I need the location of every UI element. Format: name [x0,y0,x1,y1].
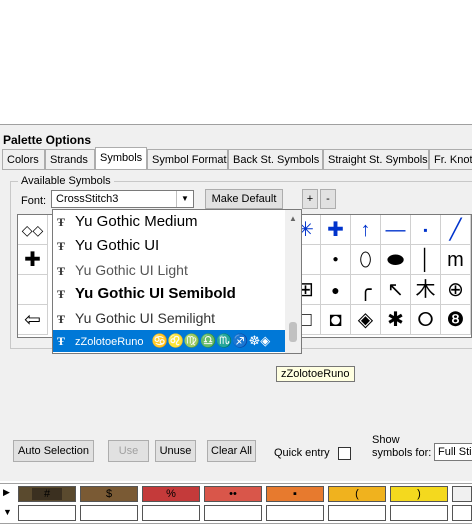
auto-selection-button[interactable]: Auto Selection [13,440,94,462]
add-symbol-button[interactable]: + [302,189,318,209]
clear-all-button[interactable]: Clear All [207,440,256,462]
available-symbols-label: Available Symbols [18,175,114,187]
palette-empty-swatch[interactable] [328,505,386,521]
font-label: Font: [21,195,47,207]
symbol-cell[interactable]: ↖ [381,275,411,305]
font-option-label: zZolotoeRuno [75,336,144,348]
font-tooltip: zZolotoeRuno [276,366,355,382]
scroll-down-icon[interactable]: ▼ [3,507,12,517]
symbol-cell[interactable]: m [441,245,471,275]
font-preview: ♋♌♍♎♏♐☸◈ [151,333,271,348]
symbol-cell[interactable]: ● [321,245,351,275]
font-option[interactable]: Ŧ Yu Gothic UI Semilight [53,306,285,330]
symbol-cell[interactable]: ⭘ [411,305,441,335]
symbol-cell[interactable]: ◈ [351,305,381,335]
font-dropdown-list[interactable]: Ŧ Yu Gothic Medium Ŧ Yu Gothic UI Ŧ Yu Goth… [52,209,302,354]
symbol-cell[interactable]: ✚ [18,245,48,275]
symbol-cell[interactable]: ❽ [441,305,471,335]
scroll-thumb[interactable] [289,322,297,342]
show-symbols-for-label: Show symbols for: [372,434,432,459]
symbol-cell[interactable]: ✱ [381,305,411,335]
palette-swatch[interactable]: # [18,486,76,502]
use-label: Use [118,445,139,457]
panel-title: Palette Options [3,133,92,147]
symbol-cell[interactable]: │ [411,245,441,275]
symbol-cell[interactable]: ⬯ [351,245,381,275]
tab-fr-knot[interactable]: Fr. Knot [429,149,472,169]
symbol-cell[interactable]: ╱ [441,215,471,245]
font-option-label: Yu Gothic UI Light [75,262,188,278]
clear-all-label: Clear All [211,445,252,457]
tab-strands[interactable]: Strands [45,149,95,169]
font-select-value: CrossStitch3 [56,193,119,205]
tab-colors[interactable]: Colors [2,149,45,169]
swatch-symbol: # [31,488,63,500]
truetype-icon: Ŧ [57,312,66,326]
font-option-selected[interactable]: ŦzZolotoeRuno ♋♌♍♎♏♐☸◈ [53,330,285,352]
symbol-cell[interactable]: ● [321,275,351,305]
tab-symbols[interactable]: Symbols [95,147,147,169]
quick-entry-label: Quick entry [274,447,330,459]
dropdown-scrollbar[interactable]: ▲ [285,210,301,353]
palette-blank-row: ▼ [0,503,472,524]
chevron-down-icon[interactable]: ▼ [176,191,193,207]
symbol-cell[interactable]: ▪ [411,215,441,245]
font-select[interactable]: CrossStitch3 ▼ [51,190,194,208]
symbol-cell[interactable]: ◇◇ [18,215,48,245]
font-option-label: Yu Gothic UI Semilight [75,310,216,326]
font-option[interactable]: Ŧ Yu Gothic UI [53,234,285,258]
palette-color-row: ▶ # $ % •• ▪ ( ) [0,483,472,505]
use-button[interactable]: Use [108,440,149,462]
tab-back-st-symbols[interactable]: Back St. Symbols [228,149,323,169]
symbol-cell[interactable] [18,275,48,305]
truetype-icon: Ŧ [57,334,66,348]
palette-empty-swatch[interactable] [80,505,138,521]
symbol-cell[interactable]: ⽊ [411,275,441,305]
palette-swatch[interactable]: $ [80,486,138,502]
palette-swatch[interactable]: ) [390,486,448,502]
symbol-cell[interactable]: ⬬ [381,245,411,275]
symbol-cell[interactable]: ↑ [351,215,381,245]
scroll-right-icon[interactable]: ▶ [3,487,10,498]
unuse-button[interactable]: Unuse [155,440,196,462]
font-option-label: Yu Gothic UI [75,237,160,254]
font-option[interactable]: Ŧ Yu Gothic UI Semibold [53,282,285,306]
make-default-button[interactable]: Make Default [205,189,283,209]
show-symbols-select[interactable]: Full Sti [434,443,472,461]
palette-empty-swatch[interactable] [390,505,448,521]
symbol-cell[interactable]: ◘ [321,305,351,335]
palette-empty-swatch[interactable] [266,505,324,521]
truetype-icon: Ŧ [57,287,66,301]
symbol-cell[interactable]: ╭ [351,275,381,305]
tab-straight-st-symbols[interactable]: Straight St. Symbols [323,149,429,169]
palette-empty-swatch[interactable] [18,505,76,521]
palette-swatch[interactable]: ▪ [266,486,324,502]
symbol-cell[interactable]: ⊕ [441,275,471,305]
tab-divider [2,169,472,170]
font-option[interactable]: Ŧ Yu Gothic Medium [53,210,285,234]
truetype-icon: Ŧ [57,215,66,229]
palette-swatch[interactable]: •• [204,486,262,502]
remove-symbol-button[interactable]: - [320,189,336,209]
symbol-cell[interactable]: ⇦ [18,305,48,335]
palette-empty-swatch[interactable] [204,505,262,521]
palette-empty-swatch[interactable] [142,505,200,521]
symbol-cell[interactable]: — [381,215,411,245]
palette-swatch[interactable]: % [142,486,200,502]
palette-swatch[interactable]: ( [328,486,386,502]
font-option-label: Yu Gothic Medium [75,213,198,230]
scroll-up-icon[interactable]: ▲ [289,214,297,223]
auto-selection-label: Auto Selection [18,445,89,457]
truetype-icon: Ŧ [57,239,66,253]
palette-swatch[interactable] [452,486,472,502]
font-option-label: Yu Gothic UI Semibold [75,285,236,302]
truetype-icon: Ŧ [57,264,66,278]
tab-symbol-format[interactable]: Symbol Format [147,149,228,169]
palette-empty-swatch[interactable] [452,505,472,521]
quick-entry-checkbox[interactable] [338,447,351,460]
unuse-label: Unuse [159,445,192,457]
font-option[interactable]: Ŧ Yu Gothic UI Light [53,258,285,282]
symbol-cell[interactable]: ✚ [321,215,351,245]
